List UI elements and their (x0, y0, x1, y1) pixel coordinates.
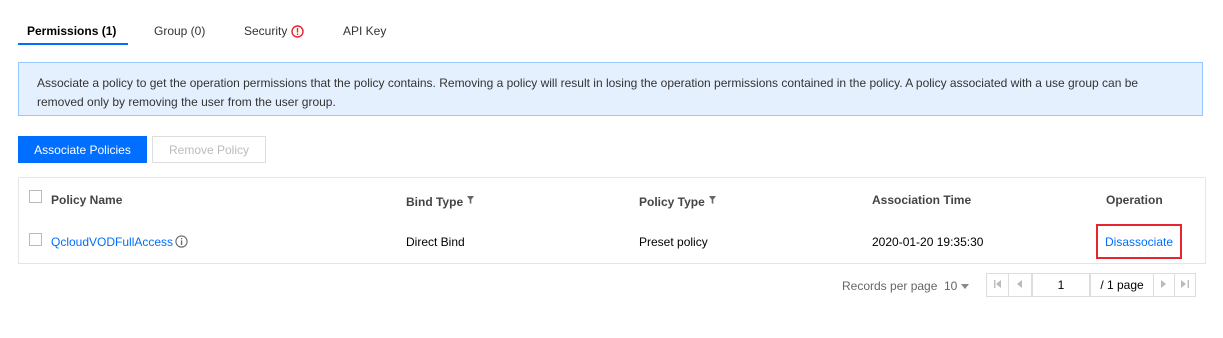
association-time-cell: 2020-01-20 19:35:30 (872, 235, 984, 249)
disassociate-highlight: Disassociate (1096, 224, 1182, 259)
records-per-page-value: 10 (944, 279, 958, 293)
first-page-icon (993, 280, 1002, 290)
tab-group[interactable]: Group (0) (154, 24, 205, 38)
tab-bar: Permissions (1) Group (0) Security API K… (18, 18, 1206, 46)
tab-api-key[interactable]: API Key (343, 24, 386, 38)
policy-type-cell: Preset policy (639, 235, 708, 249)
info-banner: Associate a policy to get the operation … (18, 62, 1203, 116)
next-page-icon (1161, 280, 1167, 290)
previous-page-icon (1017, 280, 1023, 290)
first-page-button[interactable] (986, 273, 1009, 297)
last-page-icon (1181, 280, 1189, 290)
column-header-policy-name: Policy Name (51, 193, 123, 207)
disassociate-link[interactable]: Disassociate (1105, 235, 1173, 249)
filter-icon[interactable] (708, 193, 716, 207)
records-per-page-select[interactable]: 10 (944, 279, 969, 293)
info-circle-icon[interactable] (175, 235, 188, 251)
associate-policies-button[interactable]: Associate Policies (18, 136, 147, 163)
column-header-association-time: Association Time (872, 193, 972, 207)
warning-icon (291, 25, 305, 41)
pagination: Records per page 10 / 1 page (842, 273, 1196, 297)
previous-page-button[interactable] (1008, 273, 1032, 297)
tab-permissions[interactable]: Permissions (1) (27, 24, 116, 38)
tab-security[interactable]: Security (244, 24, 305, 41)
tab-security-label: Security (244, 24, 288, 38)
active-tab-indicator (18, 43, 128, 45)
column-header-policy-type[interactable]: Policy Type (639, 193, 716, 209)
filter-icon[interactable] (467, 193, 475, 207)
policy-table: Policy Name Bind Type Policy Type Associ… (18, 177, 1206, 264)
row-checkbox[interactable] (29, 233, 42, 246)
total-pages-label: / 1 page (1090, 273, 1154, 297)
select-all-checkbox[interactable] (29, 190, 42, 203)
policy-name-cell: QcloudVODFullAccess (51, 235, 188, 251)
column-header-operation: Operation (1106, 193, 1163, 207)
column-header-bind-type[interactable]: Bind Type (406, 193, 475, 209)
records-per-page-label: Records per page (842, 279, 938, 293)
chevron-down-icon (960, 279, 969, 293)
bind-type-cell: Direct Bind (406, 235, 465, 249)
policy-name-link[interactable]: QcloudVODFullAccess (51, 235, 173, 249)
next-page-button[interactable] (1153, 273, 1175, 297)
column-header-policy-type-label: Policy Type (639, 195, 705, 209)
remove-policy-button[interactable]: Remove Policy (152, 136, 266, 163)
page-number-input[interactable] (1032, 273, 1090, 297)
last-page-button[interactable] (1174, 273, 1196, 297)
column-header-bind-type-label: Bind Type (406, 195, 464, 209)
